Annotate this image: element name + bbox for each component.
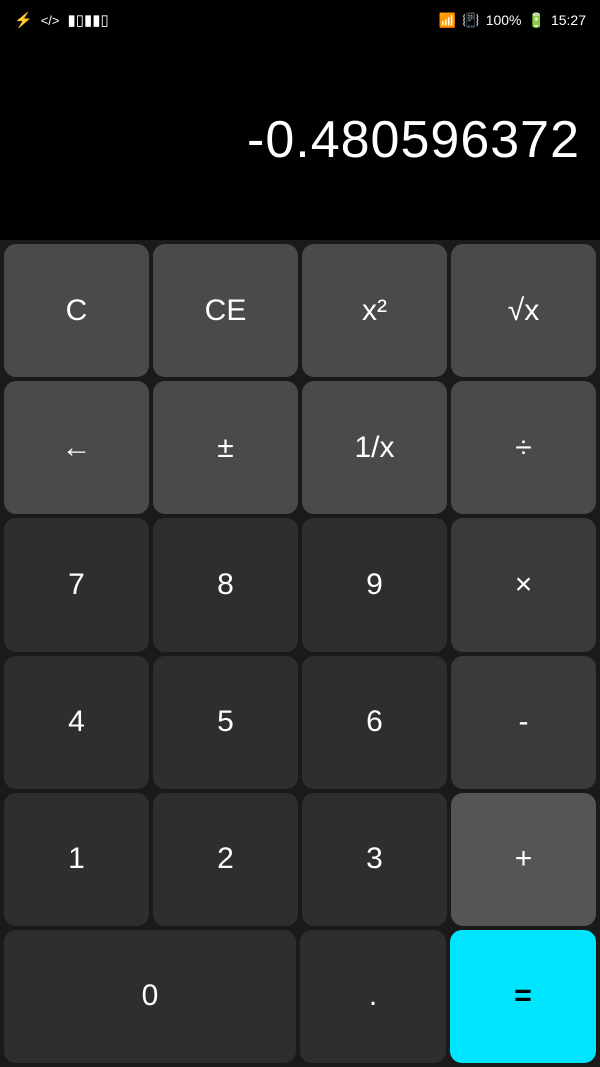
wifi-icon: 📶 bbox=[439, 12, 456, 29]
display-area: -0.480596372 bbox=[0, 40, 600, 240]
clear-button[interactable]: C bbox=[4, 244, 149, 377]
multiply-button[interactable]: × bbox=[451, 518, 596, 651]
sim-icon: 📳 bbox=[462, 12, 479, 29]
square-button[interactable]: x² bbox=[302, 244, 447, 377]
one-button[interactable]: 1 bbox=[4, 793, 149, 926]
code-icon: </> bbox=[41, 13, 60, 28]
zero-button[interactable]: 0 bbox=[4, 930, 296, 1063]
status-left-icons: ⚡ </> ▮▯▮▮▯ bbox=[14, 11, 109, 29]
status-bar: ⚡ </> ▮▯▮▮▯ 📶 📳 100% 🔋 15:27 bbox=[0, 0, 600, 40]
reciprocal-button[interactable]: 1/x bbox=[302, 381, 447, 514]
two-button[interactable]: 2 bbox=[153, 793, 298, 926]
clock-time: 15:27 bbox=[551, 12, 586, 28]
seven-button[interactable]: 7 bbox=[4, 518, 149, 651]
row-789: 7 8 9 × bbox=[4, 518, 596, 651]
eight-button[interactable]: 8 bbox=[153, 518, 298, 651]
nine-button[interactable]: 9 bbox=[302, 518, 447, 651]
status-right-info: 📶 📳 100% 🔋 15:27 bbox=[439, 12, 586, 29]
add-button[interactable]: + bbox=[451, 793, 596, 926]
row-0-dot-eq: 0 . = bbox=[4, 930, 596, 1063]
display-value: -0.480596372 bbox=[247, 110, 580, 170]
three-button[interactable]: 3 bbox=[302, 793, 447, 926]
six-button[interactable]: 6 bbox=[302, 656, 447, 789]
five-button[interactable]: 5 bbox=[153, 656, 298, 789]
subtract-button[interactable]: - bbox=[451, 656, 596, 789]
clear-entry-button[interactable]: CE bbox=[153, 244, 298, 377]
four-button[interactable]: 4 bbox=[4, 656, 149, 789]
usb-icon: ⚡ bbox=[14, 11, 33, 29]
battery-percent: 100% bbox=[486, 12, 522, 28]
equals-button[interactable]: = bbox=[450, 930, 596, 1063]
row-123: 1 2 3 + bbox=[4, 793, 596, 926]
operation-row: ← ± 1/x ÷ bbox=[4, 381, 596, 514]
battery-icon: 🔋 bbox=[528, 12, 545, 29]
barcode-icon: ▮▯▮▮▯ bbox=[67, 11, 108, 29]
sqrt-button[interactable]: √x bbox=[451, 244, 596, 377]
negate-button[interactable]: ± bbox=[153, 381, 298, 514]
divide-button[interactable]: ÷ bbox=[451, 381, 596, 514]
function-row: C CE x² √x bbox=[4, 244, 596, 377]
keypad: C CE x² √x ← ± 1/x ÷ 7 8 9 × 4 5 6 - 1 2… bbox=[0, 240, 600, 1067]
decimal-button[interactable]: . bbox=[300, 930, 446, 1063]
backspace-button[interactable]: ← bbox=[4, 381, 149, 514]
row-456: 4 5 6 - bbox=[4, 656, 596, 789]
